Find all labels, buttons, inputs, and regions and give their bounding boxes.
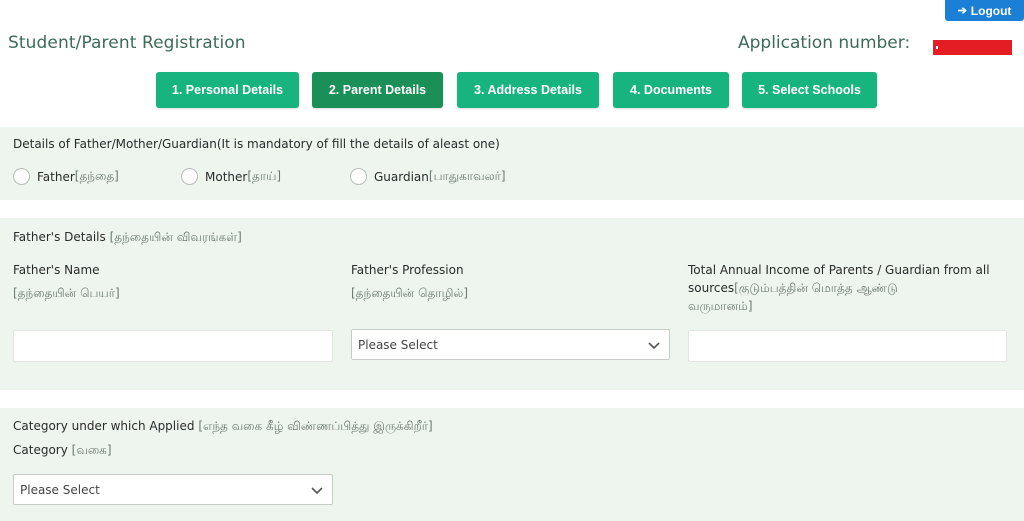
category-label-text: Category bbox=[13, 443, 68, 457]
category-heading-tamil: [எந்த வகை கீழ் விண்ணப்பித்து இருக்கிறீர்… bbox=[198, 419, 433, 433]
income-label-line1: Total Annual Income of Parents / Guardia… bbox=[688, 263, 990, 277]
income-label-line2: sources[குடும்பத்தின் மொத்த ஆண்டு bbox=[688, 281, 898, 297]
chevron-down-icon bbox=[311, 487, 323, 495]
father-profession-label: Father's Profession bbox=[351, 263, 464, 277]
radio-circle[interactable] bbox=[181, 168, 198, 185]
radio-circle[interactable] bbox=[13, 168, 30, 185]
radio-father-label: Father bbox=[37, 169, 75, 184]
category-label-tamil: [வகை] bbox=[71, 443, 112, 457]
radio-guardian-label: Guardian bbox=[374, 169, 429, 184]
guardian-type-section: Details of Father/Mother/Guardian(It is … bbox=[0, 127, 1024, 200]
page-title: Student/Parent Registration bbox=[8, 33, 246, 53]
radio-mother-label: Mother bbox=[205, 169, 248, 184]
tab-address-details[interactable]: 3. Address Details bbox=[457, 72, 599, 108]
logout-button[interactable]: ➔ Logout bbox=[945, 0, 1024, 21]
father-name-tamil: [தந்தையின் பெயர்] bbox=[13, 286, 120, 300]
category-select[interactable]: Please Select bbox=[13, 474, 333, 505]
application-number-label: Application number: bbox=[738, 33, 911, 53]
radio-circle[interactable] bbox=[350, 168, 367, 185]
category-label: Category [வகை] bbox=[13, 443, 112, 459]
chevron-down-icon bbox=[648, 342, 660, 350]
radio-father[interactable]: Father [தந்தை] bbox=[13, 168, 119, 185]
guardian-type-heading: Details of Father/Mother/Guardian(It is … bbox=[13, 137, 500, 151]
radio-mother[interactable]: Mother [தாய்] bbox=[181, 168, 281, 185]
radio-mother-tamil: [தாய்] bbox=[247, 168, 282, 183]
father-profession-tamil: [தந்தையின் தொழில்] bbox=[351, 286, 469, 300]
father-profession-selected: Please Select bbox=[358, 337, 438, 352]
tab-personal-details[interactable]: 1. Personal Details bbox=[156, 72, 299, 108]
father-details-title-tamil: [தந்தையின் விவரங்கள்] bbox=[109, 230, 242, 244]
tab-parent-details[interactable]: 2. Parent Details bbox=[312, 72, 443, 108]
father-profession-select[interactable]: Please Select bbox=[351, 329, 670, 360]
category-section: Category under which Applied [எந்த வகை க… bbox=[0, 408, 1024, 521]
tab-select-schools[interactable]: 5. Select Schools bbox=[742, 72, 877, 108]
category-heading: Category under which Applied [எந்த வகை க… bbox=[13, 419, 433, 435]
income-label-sources: sources bbox=[688, 281, 735, 295]
father-details-section: Father's Details [தந்தையின் விவரங்கள்] F… bbox=[0, 218, 1024, 390]
radio-guardian[interactable]: Guardian [பாதுகாவலர்] bbox=[350, 168, 506, 185]
logout-label: Logout bbox=[970, 3, 1012, 18]
father-name-input[interactable] bbox=[13, 330, 333, 362]
father-details-heading: Father's Details [தந்தையின் விவரங்கள்] bbox=[13, 230, 242, 246]
tab-documents[interactable]: 4. Documents bbox=[613, 72, 729, 108]
annual-income-input[interactable] bbox=[688, 330, 1007, 362]
father-name-label: Father's Name bbox=[13, 263, 100, 277]
category-heading-text: Category under which Applied bbox=[13, 419, 195, 433]
category-selected: Please Select bbox=[20, 482, 100, 497]
sign-out-icon: ➔ bbox=[957, 5, 967, 17]
radio-guardian-tamil: [பாதுகாவலர்] bbox=[428, 168, 506, 183]
radio-father-tamil: [தந்தை] bbox=[74, 168, 119, 183]
father-details-title: Father's Details bbox=[13, 230, 106, 244]
application-number-value-redacted bbox=[933, 40, 1012, 55]
income-tamil-line2: [குடும்பத்தின் மொத்த ஆண்டு bbox=[734, 281, 898, 295]
income-tamil-line3: வருமானம்] bbox=[688, 299, 753, 313]
step-tabs: 1. Personal Details 2. Parent Details 3.… bbox=[0, 72, 1024, 108]
